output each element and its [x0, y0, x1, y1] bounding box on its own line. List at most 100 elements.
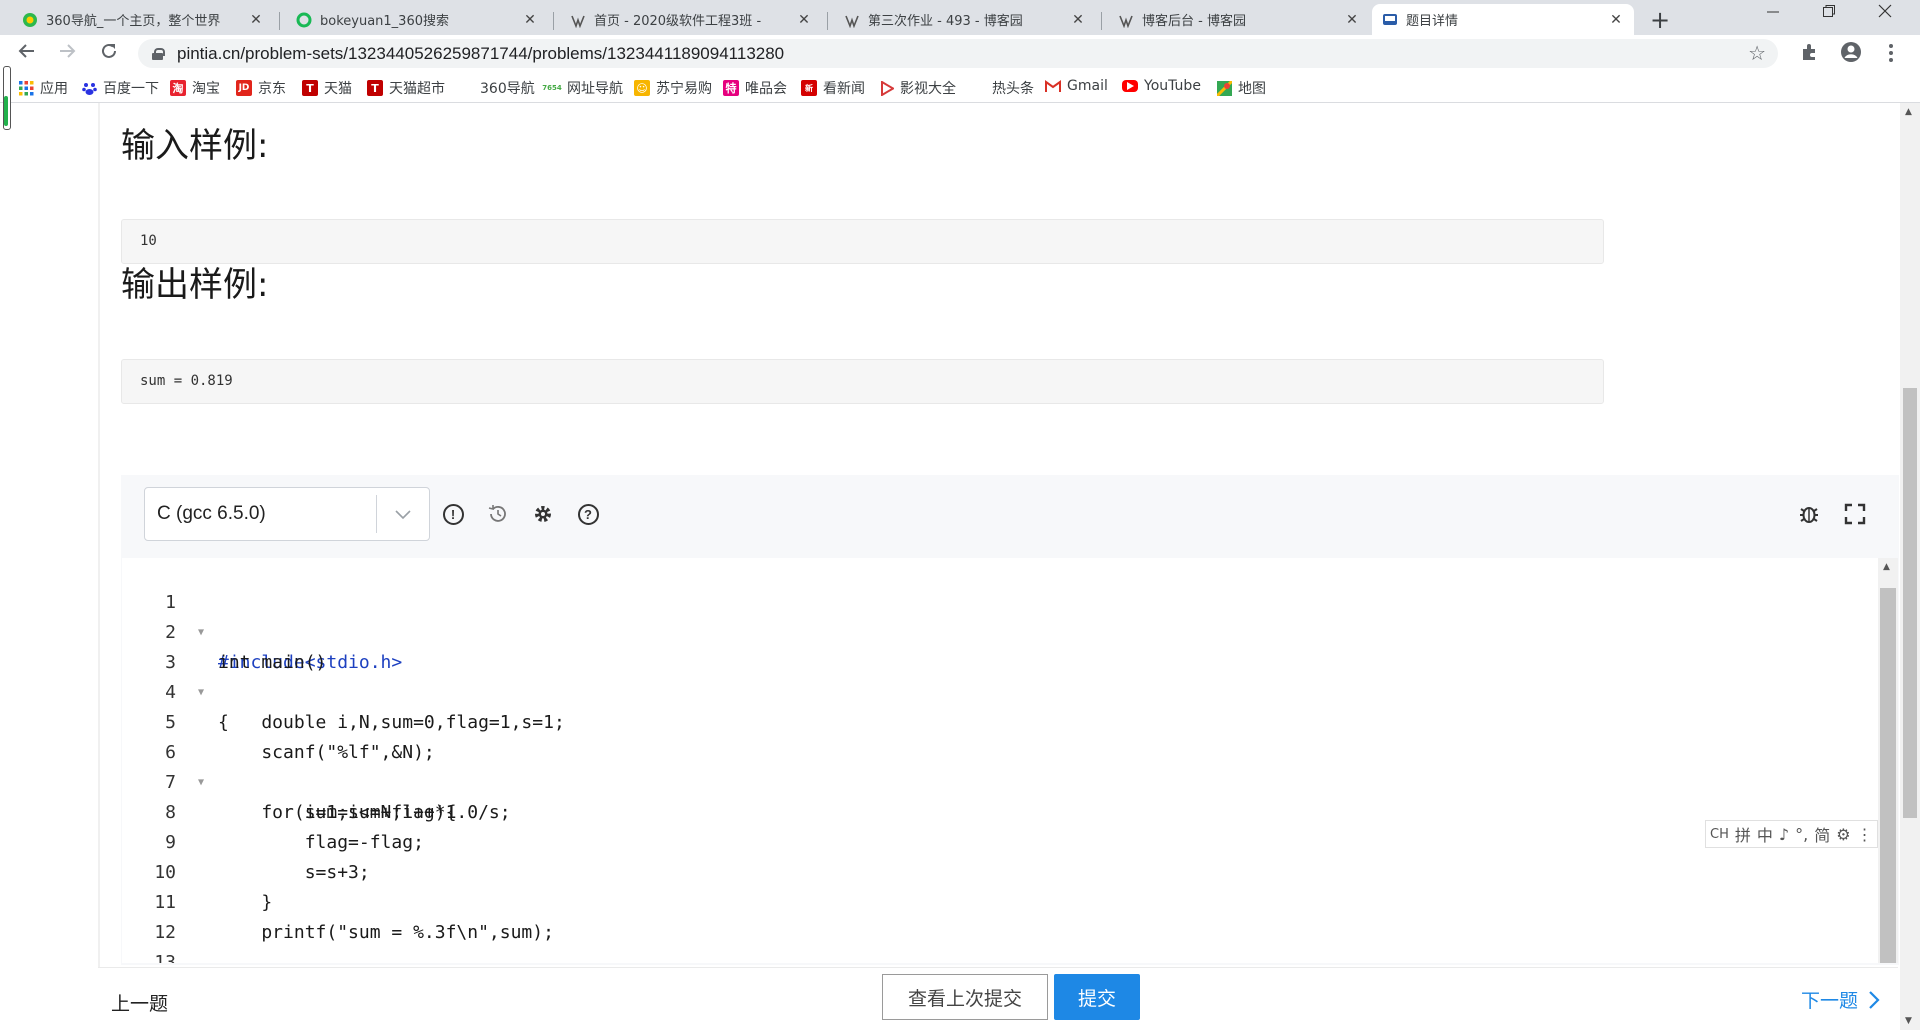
- tab-360-nav[interactable]: 360导航_一个主页，整个世界 ✕: [12, 4, 274, 35]
- history-icon[interactable]: [485, 501, 511, 527]
- bookmark-youtube[interactable]: YouTube: [1122, 78, 1201, 94]
- menu-kebab-icon[interactable]: [1888, 43, 1894, 68]
- code-line: 4 double i,N,sum=0,flag=1,s=1;: [122, 648, 1879, 733]
- debug-bug-icon[interactable]: [1796, 501, 1822, 527]
- tab-homework[interactable]: 第三次作业 - 493 - 博客园 ✕: [834, 4, 1096, 35]
- close-icon[interactable]: ✕: [1608, 12, 1624, 28]
- line-number: 13: [154, 952, 176, 963]
- back-button[interactable]: [14, 41, 40, 65]
- fullscreen-icon[interactable]: [1842, 501, 1868, 527]
- 360-nav-icon: [22, 12, 38, 28]
- next-problem-label: 下一题: [1801, 990, 1859, 1012]
- gear-icon[interactable]: [530, 501, 556, 527]
- address-bar[interactable]: pintia.cn/problem-sets/13234405262598717…: [138, 39, 1778, 68]
- ime-punct[interactable]: ♪: [1779, 825, 1789, 844]
- ime-pinyin[interactable]: 拼: [1735, 822, 1751, 846]
- bookmark-tmall-market[interactable]: T 天猫超市: [367, 78, 445, 98]
- jd-icon: JD: [236, 80, 252, 96]
- scroll-down-arrow-icon[interactable]: ▼: [1905, 1016, 1912, 1026]
- ime-simplified[interactable]: 简: [1814, 822, 1830, 846]
- next-problem-link[interactable]: 下一题: [1801, 986, 1880, 1013]
- ime-symbol[interactable]: °,: [1795, 825, 1808, 844]
- bookmark-hot-news[interactable]: 热头条: [970, 78, 1034, 98]
- editor-scrollbar[interactable]: ▲: [1878, 558, 1898, 963]
- language-select[interactable]: C (gcc 6.5.0): [144, 487, 430, 541]
- close-icon[interactable]: ✕: [796, 12, 812, 28]
- bookmark-taobao[interactable]: 淘 淘宝: [170, 78, 220, 98]
- bookmark-star-icon[interactable]: ☆: [1748, 41, 1766, 65]
- page-scrollbar[interactable]: ▲ ▼: [1900, 103, 1920, 1030]
- bookmark-video[interactable]: 影视大全: [878, 78, 956, 98]
- chevron-down-icon[interactable]: [377, 505, 429, 524]
- restore-button[interactable]: [1806, 4, 1852, 22]
- bookmark-suning[interactable]: ☺ 苏宁易购: [634, 78, 712, 98]
- scroll-up-arrow-icon[interactable]: ▲: [1883, 562, 1890, 572]
- baidu-paw-icon: [81, 80, 97, 96]
- previous-problem-link[interactable]: 上一题: [111, 989, 168, 1016]
- ime-lang[interactable]: CH: [1710, 827, 1729, 842]
- chevron-right-icon: [1869, 990, 1880, 1009]
- bookmark-news[interactable]: 新 看新闻: [801, 78, 865, 98]
- code-line: 12: [122, 888, 1879, 943]
- bookmark-apps[interactable]: 应用: [18, 78, 68, 98]
- bookmark-url-nav[interactable]: 7654 网址导航: [542, 78, 623, 98]
- bookmark-baidu[interactable]: 百度一下: [81, 78, 159, 98]
- maps-icon: [1216, 80, 1232, 96]
- apps-grid-icon: [18, 80, 34, 96]
- tab-360-search[interactable]: bokeyuan1_360搜索 ✕: [286, 4, 548, 35]
- tab-problem-detail[interactable]: 题目详情 ✕: [1372, 4, 1634, 35]
- code-editor[interactable]: 1 ▼ #include<stdio.h> 2 int main() 3 ▼ {…: [122, 558, 1879, 963]
- url-text: pintia.cn/problem-sets/13234405262598717…: [177, 43, 785, 63]
- scrollbar-thumb[interactable]: [1903, 388, 1917, 818]
- close-icon[interactable]: ✕: [248, 12, 264, 28]
- bookmark-label: 京东: [258, 81, 286, 97]
- submit-button[interactable]: 提交: [1054, 974, 1140, 1020]
- side-indicator: [0, 66, 11, 130]
- minimize-button[interactable]: [1750, 4, 1796, 22]
- suning-icon: ☺: [634, 80, 650, 96]
- taobao-icon: 淘: [170, 80, 186, 96]
- profile-avatar-icon[interactable]: [1840, 41, 1862, 68]
- ime-toolbar[interactable]: CH 拼 中 ♪ °, 简 ⚙ ⋮: [1705, 820, 1878, 848]
- reload-button[interactable]: [96, 41, 122, 65]
- bookmark-jd[interactable]: JD 京东: [236, 78, 286, 98]
- tab-class-home[interactable]: 首页 - 2020级软件工程3班 - ✕: [560, 4, 822, 35]
- 7654-icon: 7654: [542, 84, 562, 92]
- ime-settings[interactable]: ⚙: [1836, 825, 1850, 844]
- tab-title: 首页 - 2020级软件工程3班 -: [594, 14, 762, 29]
- bookmark-label: 天猫超市: [389, 81, 445, 97]
- bookmark-gmail[interactable]: Gmail: [1045, 78, 1108, 94]
- bookmark-label: 360导航: [480, 81, 535, 97]
- close-icon[interactable]: ✕: [1070, 12, 1086, 28]
- tab-title: 第三次作业 - 493 - 博客园: [868, 14, 1023, 29]
- tab-title: 360导航_一个主页，整个世界: [46, 14, 221, 29]
- bookmark-360-nav[interactable]: 360导航: [458, 78, 535, 98]
- tab-strip: 360导航_一个主页，整个世界 ✕ bokeyuan1_360搜索 ✕ 首页 -…: [0, 0, 1920, 35]
- ime-more[interactable]: ⋮: [1857, 825, 1873, 844]
- window-close-button[interactable]: [1862, 4, 1908, 22]
- view-last-submission-button[interactable]: 查看上次提交: [882, 974, 1048, 1020]
- forward-button[interactable]: [54, 41, 80, 65]
- close-icon[interactable]: ✕: [1344, 12, 1360, 28]
- bookmark-label: 应用: [40, 81, 68, 97]
- bookmark-maps[interactable]: 地图: [1216, 78, 1266, 98]
- input-sample-box: 10: [121, 219, 1604, 264]
- scrollbar-thumb[interactable]: [1880, 588, 1896, 963]
- bookmark-label: Gmail: [1067, 78, 1108, 94]
- scroll-up-arrow-icon[interactable]: ▲: [1905, 107, 1912, 117]
- bookmark-vip[interactable]: 特 唯品会: [723, 78, 787, 98]
- code-line: 7 sum=sum+flag*1.0/s;: [122, 738, 1879, 823]
- bookmark-tmall[interactable]: T 天猫: [302, 78, 352, 98]
- tab-title: 博客后台 - 博客园: [1142, 14, 1246, 29]
- close-icon[interactable]: ✕: [522, 12, 538, 28]
- extensions-puzzle-icon[interactable]: [1800, 43, 1818, 66]
- content-divider: [98, 103, 100, 973]
- ime-chinese[interactable]: 中: [1757, 822, 1773, 846]
- code-line: 3 ▼ {: [122, 618, 1879, 733]
- info-alert-icon[interactable]: !: [440, 501, 466, 527]
- help-icon[interactable]: ?: [575, 501, 601, 527]
- new-tab-button[interactable]: +: [1650, 6, 1670, 34]
- bookmark-label: 天猫: [324, 81, 352, 97]
- tab-blog-admin[interactable]: 博客后台 - 博客园 ✕: [1108, 4, 1370, 35]
- cnblogs-icon: [1118, 12, 1134, 28]
